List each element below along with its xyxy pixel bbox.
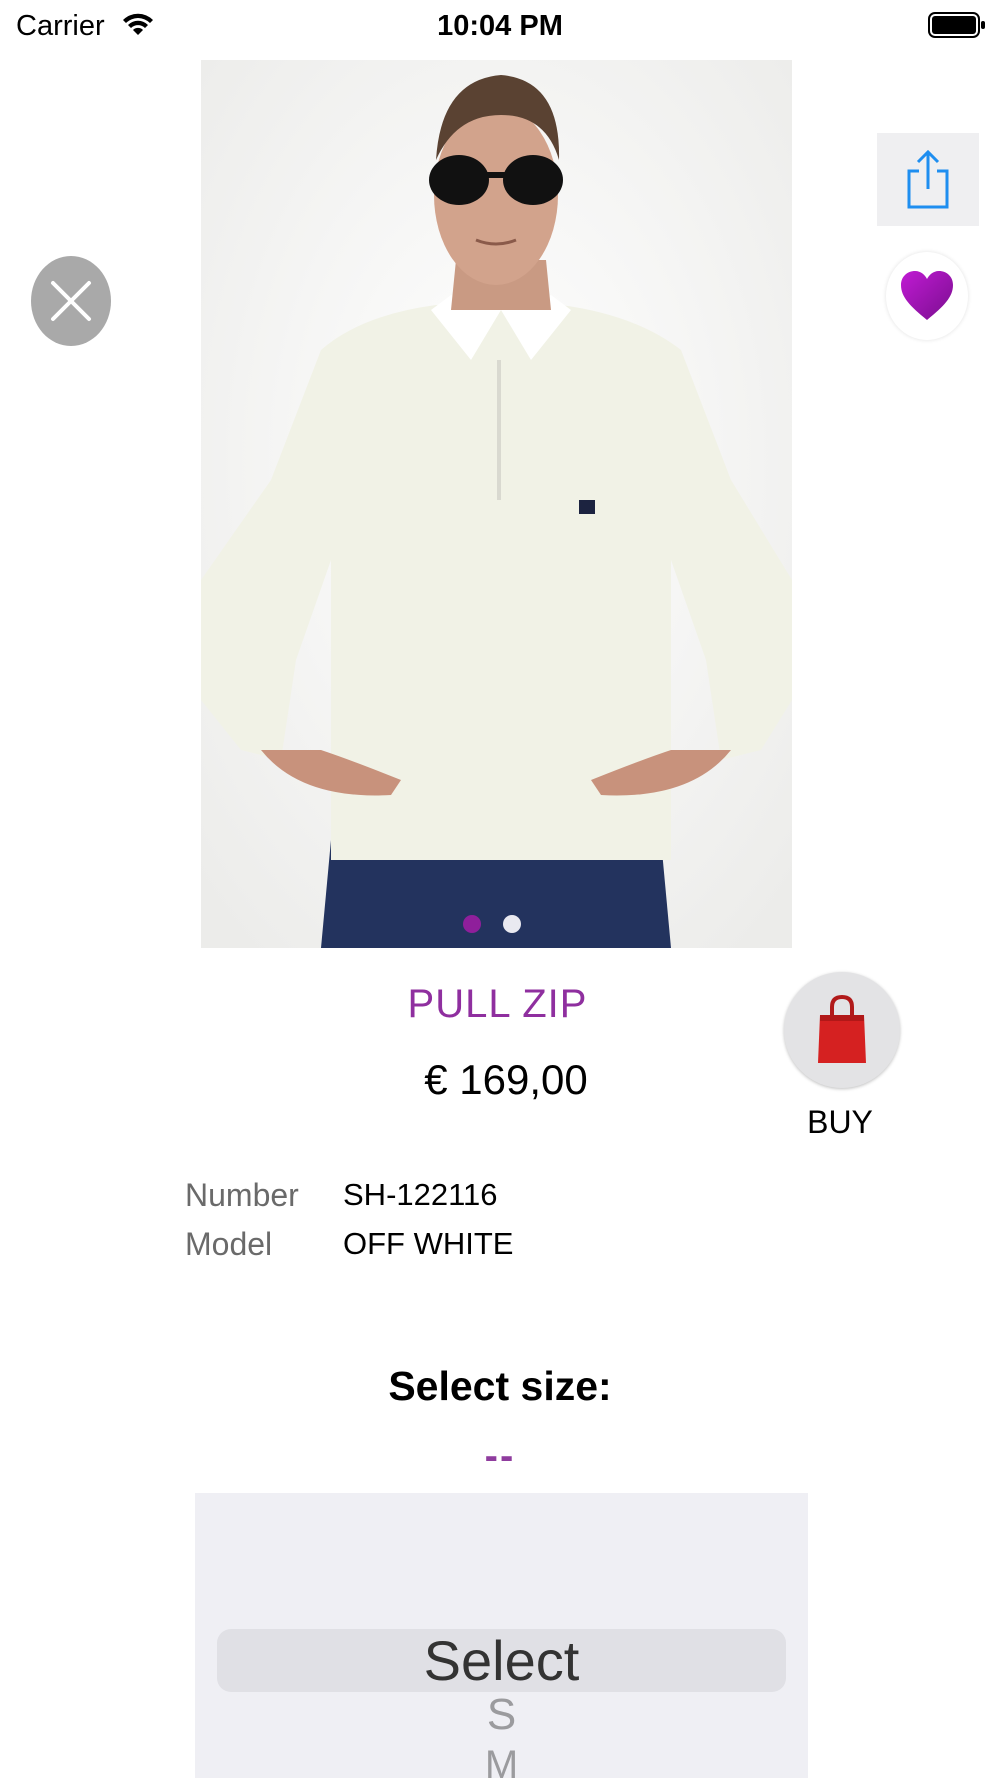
share-button[interactable]: [877, 133, 979, 226]
page-indicator[interactable]: [463, 915, 543, 935]
detail-value-model: OFF WHITE: [343, 1226, 514, 1261]
buy-label[interactable]: BUY: [760, 1102, 920, 1142]
detail-label-number: Number: [185, 1177, 299, 1213]
product-image[interactable]: [201, 60, 792, 948]
product-photo-illustration: [201, 60, 792, 948]
picker-option-selected[interactable]: Select: [195, 1628, 808, 1694]
page-dot-active[interactable]: [463, 915, 481, 933]
page-dot[interactable]: [503, 915, 521, 933]
favorite-button[interactable]: [886, 252, 968, 340]
status-time: 10:04 PM: [437, 10, 563, 42]
close-button[interactable]: [31, 256, 111, 346]
close-icon: [51, 281, 91, 321]
picker-option[interactable]: M: [195, 1743, 808, 1778]
product-title: PULL ZIP: [407, 982, 588, 1026]
heart-icon: [901, 271, 953, 320]
selected-size-value: --: [484, 1434, 516, 1478]
shopping-bag-icon: [818, 995, 866, 1063]
product-price: € 169,00: [424, 1056, 588, 1103]
size-heading: Select size:: [388, 1363, 612, 1409]
detail-value-number: SH-122116: [343, 1177, 498, 1212]
detail-label-model: Model: [185, 1226, 273, 1262]
buy-button[interactable]: [784, 972, 900, 1088]
size-picker[interactable]: Select S M: [195, 1493, 808, 1778]
picker-option[interactable]: S: [195, 1691, 808, 1739]
share-icon: [907, 149, 949, 208]
battery-icon: [928, 12, 985, 38]
